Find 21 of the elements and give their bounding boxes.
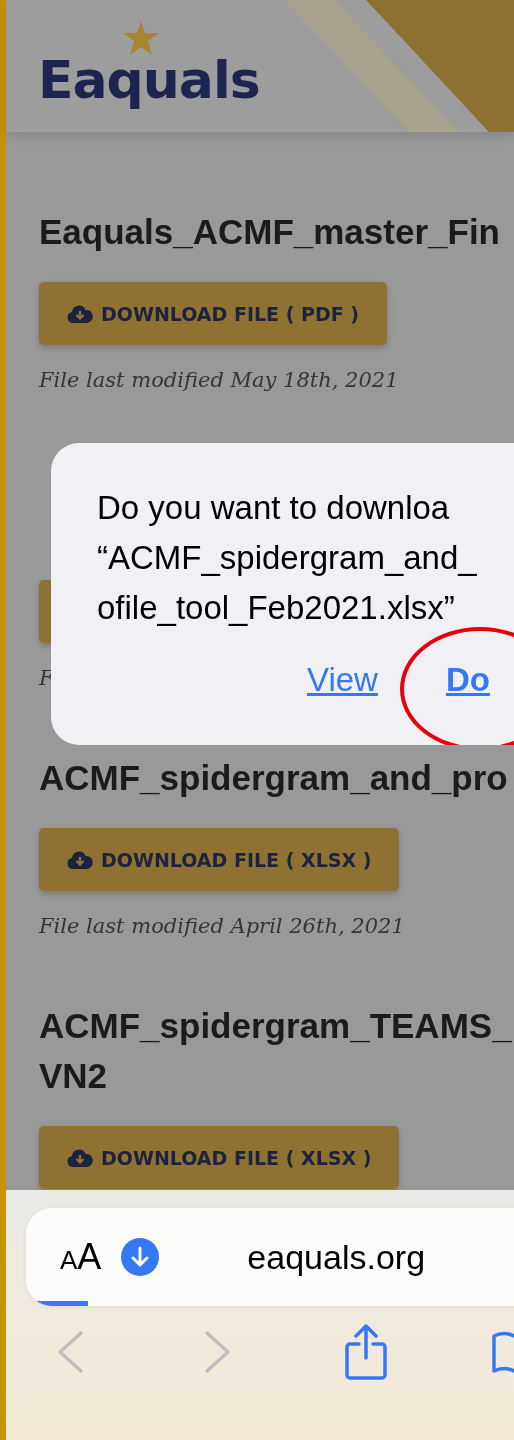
modified-date: File last modified May 18th, 2021 (39, 367, 400, 394)
download-button[interactable]: DOWNLOAD FILE ( XLSX ) (39, 828, 400, 891)
url-text[interactable]: eaquals.org (247, 1237, 426, 1277)
address-bar[interactable]: AA eaquals.org (26, 1208, 514, 1306)
share-button[interactable] (344, 1324, 388, 1380)
logo-text[interactable]: Eaquals (38, 50, 260, 110)
file-title: Eaquals_ACMF_master_Fin (39, 211, 501, 253)
cloud-download-icon (67, 1147, 93, 1168)
cloud-download-icon (67, 849, 93, 870)
download-button[interactable]: DOWNLOAD FILE ( XLSX ) (39, 1126, 400, 1189)
download-link[interactable]: Do (445, 661, 490, 699)
download-button[interactable]: DOWNLOAD FILE ( PDF ) (39, 282, 387, 345)
dialog-message: Do you want to downloa “ACMF_spidergram_and_ ofile_tool_Feb2021.xlsx” (97, 488, 478, 628)
star-icon (122, 20, 160, 56)
reader-button[interactable]: AA (60, 1236, 102, 1278)
file-title: ACMF_spidergram_and_pro (39, 757, 509, 799)
view-link[interactable]: View (307, 661, 378, 699)
download-icon[interactable] (121, 1238, 160, 1276)
modified-date: File last modified April 26th, 2021 (39, 913, 406, 940)
cloud-download-icon (67, 303, 93, 324)
file-title: ACMF_spidergram_TEAMS_ VN2 (39, 1005, 513, 1097)
